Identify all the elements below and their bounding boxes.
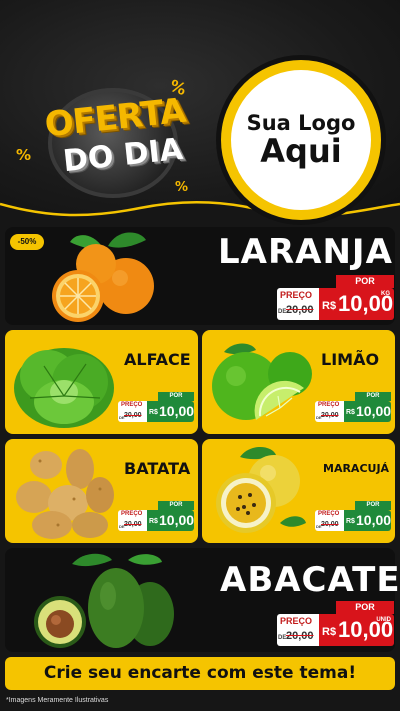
percent-icon: % bbox=[175, 180, 189, 195]
por-label: POR bbox=[336, 275, 394, 288]
orange-image bbox=[52, 232, 154, 322]
unit-label: KG bbox=[381, 291, 390, 297]
discount-tag: -50% bbox=[10, 234, 44, 250]
por-label: POR bbox=[158, 392, 194, 401]
currency: R$ bbox=[149, 409, 158, 416]
disclaimer-footnote: *Imagens Meramente Ilustrativas bbox=[6, 697, 109, 704]
product-name-maracuja: MARACUJÁ bbox=[323, 462, 390, 475]
lime-image bbox=[212, 343, 312, 420]
preco-label: PREÇO bbox=[318, 511, 340, 517]
preco-label: PREÇO bbox=[318, 402, 340, 408]
product-name-batata: BATATA bbox=[124, 459, 191, 478]
product-name-limao: LIMÃO bbox=[321, 350, 380, 369]
price-tag-laranja: POR PREÇO DE 20,00 R$ 10,00 KG bbox=[277, 275, 394, 320]
passion-fruit-image bbox=[216, 447, 306, 533]
new-price: 10,00 bbox=[356, 512, 391, 528]
price-tag-alface: POR PREÇO DE 20,00 R$ 10,00 bbox=[118, 392, 194, 422]
por-label: POR bbox=[158, 501, 194, 510]
unit-label: UNID bbox=[376, 617, 391, 623]
price-tag-abacate: POR PREÇO DE 20,00 R$ 10,00 UNID bbox=[277, 601, 394, 646]
logo-placeholder: Sua Logo Aqui bbox=[221, 60, 381, 220]
lettuce-image bbox=[14, 348, 114, 428]
price-tag-batata: POR PREÇO DE 20,00 R$ 10,00 bbox=[118, 501, 194, 531]
old-price: 20,00 bbox=[286, 304, 314, 316]
preco-label: PREÇO bbox=[121, 402, 143, 408]
cta-banner: Crie seu encarte com este tema! bbox=[5, 657, 395, 690]
por-label: POR bbox=[355, 501, 391, 510]
currency: R$ bbox=[322, 300, 337, 312]
old-price: 20,00 bbox=[321, 412, 339, 419]
new-price: 10,00 bbox=[159, 512, 194, 528]
old-price: 20,00 bbox=[286, 630, 314, 642]
new-price: 10,00 bbox=[356, 403, 391, 419]
price-tag-limao: POR PREÇO DE 20,00 R$ 10,00 bbox=[315, 392, 391, 422]
avocado-image bbox=[34, 553, 174, 648]
product-name-alface: ALFACE bbox=[124, 350, 191, 369]
old-price: 20,00 bbox=[124, 521, 142, 528]
por-label: POR bbox=[336, 601, 394, 614]
currency: R$ bbox=[346, 409, 355, 416]
new-price: 10,00 bbox=[159, 403, 194, 419]
percent-icon: % bbox=[16, 146, 32, 164]
preco-label: PREÇO bbox=[280, 616, 313, 626]
product-name-laranja: LARANJA bbox=[218, 232, 393, 272]
potato-image bbox=[16, 449, 114, 539]
old-price: 20,00 bbox=[321, 521, 339, 528]
currency: R$ bbox=[322, 626, 337, 638]
por-label: POR bbox=[355, 392, 391, 401]
currency: R$ bbox=[346, 518, 355, 525]
product-name-abacate: ABACATE bbox=[220, 560, 400, 600]
preco-label: PREÇO bbox=[121, 511, 143, 517]
currency: R$ bbox=[149, 518, 158, 525]
logo-line2: Aqui bbox=[260, 132, 342, 171]
old-price: 20,00 bbox=[124, 412, 142, 419]
preco-label: PREÇO bbox=[280, 290, 313, 300]
price-tag-maracuja: POR PREÇO DE 20,00 R$ 10,00 bbox=[315, 501, 391, 531]
